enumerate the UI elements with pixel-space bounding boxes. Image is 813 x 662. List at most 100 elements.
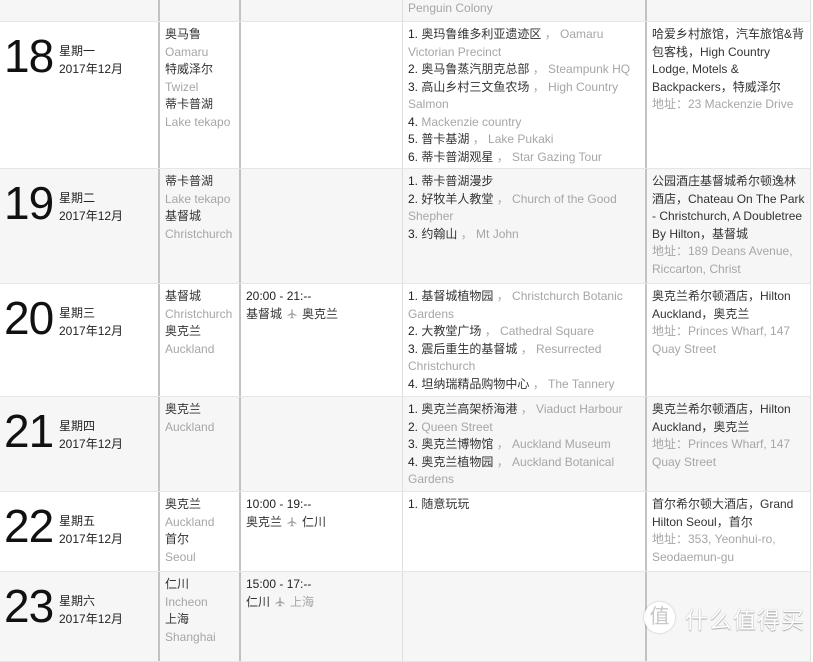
attraction-number: 2. [408, 324, 419, 338]
attraction-item: 4. 坦纳瑞精品购物中心 ， The Tannery [408, 376, 640, 394]
city-en-name: Lake tekapo [165, 191, 231, 206]
attractions-cell: 1. 奥克兰高架桥海港 ， Viaduct Harbour 2. Queen St… [403, 397, 647, 491]
date-cell: 19 星期二 2017年12月 [0, 169, 160, 283]
hotel-name: 首尔希尔顿大酒店，Grand Hilton Seoul，首尔 [652, 497, 794, 529]
cities-cell: 蒂卡普湖 Lake tekapo 基督城 Christchurch [160, 169, 241, 283]
city-zh-name: 奥马鲁 [165, 27, 202, 41]
attraction-item: 1. 蒂卡普湖漫步 [408, 173, 640, 191]
attraction-en-name: Auckland Museum [512, 437, 611, 451]
attraction-item: 4. 奥克兰植物园 ， Auckland Botanical Gardens [408, 454, 640, 489]
attraction-zh-name: 奥玛鲁维多利亚遗迹区 [421, 27, 542, 41]
attraction-number: 4. [408, 114, 419, 129]
transport-cell [241, 0, 403, 21]
attraction-zh-name: 奥克兰高架桥海港 [421, 402, 518, 416]
attraction-separator: ， [517, 402, 537, 416]
attraction-zh-name: 大教堂广场 [421, 324, 482, 338]
airplane-icon [275, 596, 285, 607]
attraction-item: 3. 约翰山 ， Mt John [408, 226, 640, 244]
attraction-number: 3. [408, 226, 419, 241]
attraction-separator: ， [493, 289, 513, 303]
weekday-label: 星期五 [59, 514, 96, 528]
attraction-zh-name: 好牧羊人教堂 [421, 191, 494, 206]
hotel-address: 地址：189 Deans Avenue, Riccarton, Christ [652, 244, 793, 276]
date-cell: 20 星期三 2017年12月 [0, 284, 160, 396]
year-month-label: 2017年12月 [59, 323, 124, 338]
attraction-zh-name: 震后重生的基督城 [421, 341, 518, 356]
attraction-en-name: Lake Pukaki [488, 132, 554, 146]
attraction-separator: ， [529, 62, 549, 76]
attraction-number: 1. [408, 497, 419, 511]
hotel-cell: 公园酒庄基督城希尔顿逸林酒店，Chateau On The Park - Chr… [647, 169, 811, 283]
transport-to: 上海 [290, 594, 315, 609]
attraction-zh-name: 高山乡村三文鱼农场 [421, 79, 530, 94]
transport-cell: 15:00 - 17:-- 仁川 上海 [241, 572, 403, 661]
transport-to: 奥克兰 [302, 306, 339, 321]
city-en-name: Seoul [165, 549, 196, 564]
attraction-en-name: Steampunk HQ [548, 62, 631, 76]
hotel-name: 奥克兰希尔顿酒店，Hilton Auckland，奥克兰 [652, 289, 791, 321]
transport-from: 仁川 [246, 594, 271, 609]
hotel-cell: 奥克兰希尔顿酒店，Hilton Auckland，奥克兰 地址：Princes W… [647, 284, 811, 396]
attraction-item: 2. Queen Street [408, 419, 640, 437]
city-zh-name: 奥克兰 [165, 402, 202, 416]
attraction-number: 3. [408, 437, 419, 451]
attraction-separator: ， [493, 149, 513, 164]
airplane-icon [287, 516, 297, 527]
attraction-number: 6. [408, 149, 419, 164]
date-cell [0, 0, 160, 21]
attractions-cell [403, 572, 647, 661]
attraction-en-name: Mackenzie country [421, 114, 522, 129]
attraction-number: 1. [408, 174, 419, 188]
day-row: 19 星期二 2017年12月 蒂卡普湖 Lake tekapo 基督城 Christchu… [0, 169, 811, 284]
cities-cell: 仁川 Incheon 上海 Shanghai [160, 572, 241, 661]
attraction-separator: ， [493, 437, 513, 451]
city-zh-name: 奥克兰 [165, 497, 202, 511]
weekday-label: 星期三 [59, 306, 96, 320]
date-cell: 21 星期四 2017年12月 [0, 397, 160, 491]
year-month-label: 2017年12月 [59, 611, 124, 626]
city-en-name: Twizel [165, 79, 199, 94]
attraction-item: 1. 基督城植物园 ， Christchurch Botanic Gardens [408, 288, 640, 323]
attraction-item: 3. 奥克兰博物馆 ， Auckland Museum [408, 436, 640, 454]
attractions-cell: 1. 奥玛鲁维多利亚遗迹区 ， Oamaru Victorian Precinc… [403, 22, 647, 168]
date-cell: 18 星期一 2017年12月 [0, 22, 160, 168]
attraction-item: 6. 蒂卡普湖观星 ， Star Gazing Tour [408, 149, 640, 167]
transport-route: 仁川 上海 [246, 594, 397, 612]
city-en-name: Auckland [165, 514, 215, 529]
year-month-label: 2017年12月 [59, 208, 124, 223]
attraction-number: 2. [408, 62, 419, 76]
transport-cell: 20:00 - 21:-- 基督城 奥克兰 [241, 284, 403, 396]
attraction-separator: ， [457, 226, 477, 241]
transport-route: 基督城 奥克兰 [246, 306, 397, 324]
attraction-zh-name: 奥马鲁蒸汽朋克总部 [421, 62, 530, 76]
attractions-cell: Penguin Colony [403, 0, 647, 21]
attraction-number: 4. [408, 376, 419, 391]
attraction-zh-name: 奥克兰植物园 [421, 454, 494, 469]
attraction-zh-name: 蒂卡普湖漫步 [421, 174, 494, 188]
city-zh-name: 首尔 [165, 532, 190, 546]
attraction-en-name: The Tannery [548, 376, 615, 391]
attraction-number: 3. [408, 341, 419, 356]
attraction-number: 3. [408, 79, 419, 94]
hotel-cell: 奥克兰希尔顿酒店，Hilton Auckland，奥克兰 地址：Princes W… [647, 397, 811, 491]
hotel-name: 哈爱乡村旅馆，汽车旅馆&背包客栈，High Country Lodge, Mot… [652, 27, 805, 94]
day-row: 20 星期三 2017年12月 基督城 Christchurch 奥克兰 Auckland 2… [0, 284, 811, 397]
day-row: 18 星期一 2017年12月 奥马鲁 Oamaru 特威泽尔 Twizel 蒂卡普湖 Lake… [0, 22, 811, 169]
attraction-item: 1. 奥玛鲁维多利亚遗迹区 ， Oamaru Victorian Precinc… [408, 26, 640, 61]
attraction-number: 2. [408, 419, 419, 434]
transport-cell: 10:00 - 19:-- 奥克兰 仁川 [241, 492, 403, 571]
transport-from: 奥克兰 [246, 514, 283, 529]
hotel-name: 奥克兰希尔顿酒店，Hilton Auckland，奥克兰 [652, 402, 791, 434]
attraction-item: 2. 奥马鲁蒸汽朋克总部 ， Steampunk HQ [408, 61, 640, 79]
attraction-item: 3. 高山乡村三文鱼农场 ， High Country Salmon [408, 79, 640, 114]
attraction-item: 3. 震后重生的基督城 ， Resurrected Christchurch [408, 341, 640, 376]
attraction-en-name: Penguin Colony [408, 1, 493, 15]
attraction-item: 1. 随意玩玩 [408, 496, 640, 514]
attraction-zh-name: 坦纳瑞精品购物中心 [421, 376, 530, 391]
city-zh-name: 特威泽尔 [165, 62, 214, 76]
city-zh-name: 奥克兰 [165, 324, 202, 338]
transport-time: 10:00 - 19:-- [246, 497, 312, 511]
attraction-en-name: Queen Street [421, 419, 493, 434]
attraction-zh-name: 随意玩玩 [421, 497, 470, 511]
hotel-address: 地址：23 Mackenzie Drive [652, 97, 794, 111]
